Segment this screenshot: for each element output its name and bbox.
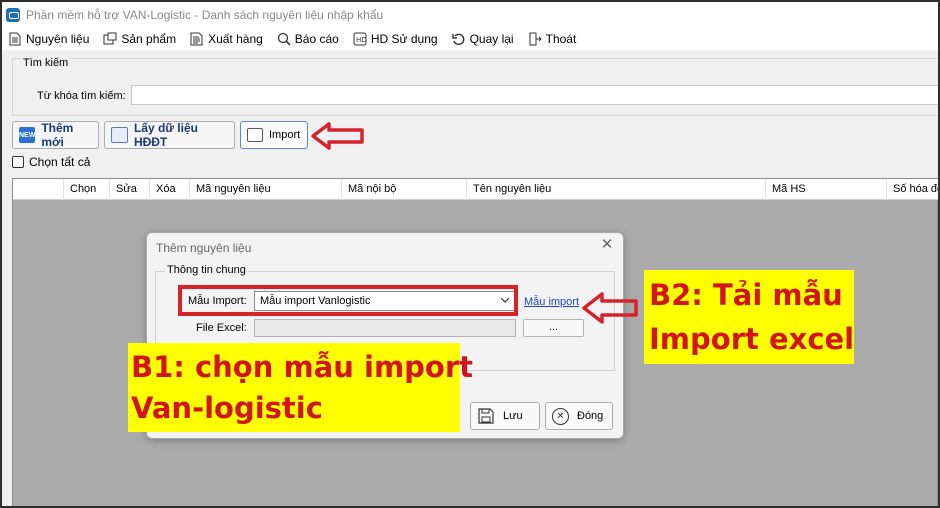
dialog-title: Thêm nguyên liệu [156,241,252,255]
step1-line1: B1: chọn mẫu import [131,350,474,384]
grid-header: Chọn Sửa Xóa Mã nguyên liệu Mã nội bộ Tê… [13,179,938,200]
import-label: Import [269,129,301,141]
close-button[interactable]: ✕ Đóng [545,402,613,430]
template-highlight-box [178,285,518,316]
import-button[interactable]: Import [240,121,308,149]
browse-button[interactable]: ... [523,319,584,337]
menu-item-nguyen-lieu[interactable]: Nguyên liệu [8,32,89,46]
add-new-button[interactable]: NEW Thêm mới [12,121,99,149]
new-icon: NEW [19,127,36,143]
menu-item-bao-cao[interactable]: Báo cáo [277,32,339,46]
app-logo-icon [6,8,20,22]
template-download-link[interactable]: Mẫu import [524,296,579,308]
column-header-xoa[interactable]: Xóa [149,179,189,200]
save-label: Lưu [503,410,523,422]
column-header-ma-nguyen-lieu[interactable]: Mã nguyên liệu [189,179,341,200]
column-header-chon[interactable]: Chọn [63,179,109,200]
step2-callout: B2: Tải mẫu Import excel [644,270,854,364]
window-title: Phần mềm hỗ trợ VAN-Logistic - Danh sách… [26,8,384,22]
document-icon [8,32,22,46]
floppy-disk-icon [477,407,495,425]
menu-item-label: Báo cáo [294,32,339,46]
help-icon: HD [353,32,367,46]
menu-item-xuat-hang[interactable]: Xuất hàng [190,32,263,46]
product-icon [103,32,117,46]
search-input[interactable] [131,85,938,105]
menu-item-quay-lai[interactable]: Quay lại [451,32,514,46]
column-header-so-hoa-don[interactable]: Số hóa đơn [886,179,938,200]
back-icon [451,32,466,46]
menu-item-label: Sản phẩm [121,32,177,46]
search-keyword-label: Từ khóa tìm kiếm: [37,90,126,102]
select-all-checkbox[interactable]: Chọn tất cả [12,155,90,169]
column-header-sua[interactable]: Sửa [109,179,149,200]
menu-item-label: Nguyên liệu [26,32,90,46]
svg-text:HD: HD [356,36,367,44]
menu-item-label: HD Sử dụng [370,32,438,46]
search-group-label: Tìm kiếm [21,57,71,69]
select-all-label: Chọn tất cả [29,155,91,169]
template-link-arrow-annotation [582,292,638,324]
file-excel-label: File Excel: [196,322,247,334]
menu-item-label: Quay lại [469,32,514,46]
menu-item-hd-su-dung[interactable]: HD HD Sử dụng [353,32,438,46]
menu-item-label: Thoát [545,32,577,46]
import-arrow-annotation [311,122,364,150]
step1-line2: Van-logistic [131,391,323,425]
search-group: Tìm kiếm Từ khóa tìm kiếm: [12,57,938,116]
close-label: Đóng [577,410,604,422]
column-header-ten-nguyen-lieu[interactable]: Tên nguyên liệu [466,179,765,200]
exit-icon [528,32,542,46]
report-icon [277,32,291,46]
get-einvoice-label: Lấy dữ liệu HĐĐT [133,121,198,149]
menu-item-thoat[interactable]: Thoát [528,32,577,46]
menu-bar: Nguyên liệu Sản phẩm Xuất hàng Báo cáo H… [2,28,938,50]
checkbox-box[interactable] [12,156,24,168]
column-header-ma-hs[interactable]: Mã HS [765,179,886,200]
title-bar: Phần mềm hỗ trợ VAN-Logistic - Danh sách… [2,2,938,28]
step2-line2: Import excel [649,322,855,356]
step1-callout: B1: chọn mẫu import Van-logistic [128,343,474,432]
column-header-ma-noi-bo[interactable]: Mã nội bộ [341,179,466,200]
close-icon[interactable]: ✕ [599,237,615,253]
menu-item-label: Xuất hàng [208,32,263,46]
close-circle-icon: ✕ [552,407,569,425]
get-einvoice-button[interactable]: Lấy dữ liệu HĐĐT [104,121,235,149]
export-icon [190,32,204,46]
app-window: Phần mềm hỗ trợ VAN-Logistic - Danh sách… [0,0,940,508]
step2-line1: B2: Tải mẫu [649,278,843,312]
general-info-label: Thông tin chung [165,264,248,276]
save-button[interactable]: Lưu [470,402,540,430]
add-new-label: Thêm mới [41,121,74,149]
import-icon [247,128,263,142]
invoice-icon [111,127,128,143]
menu-item-san-pham[interactable]: Sản phẩm [103,32,176,46]
file-excel-input[interactable] [254,319,516,337]
